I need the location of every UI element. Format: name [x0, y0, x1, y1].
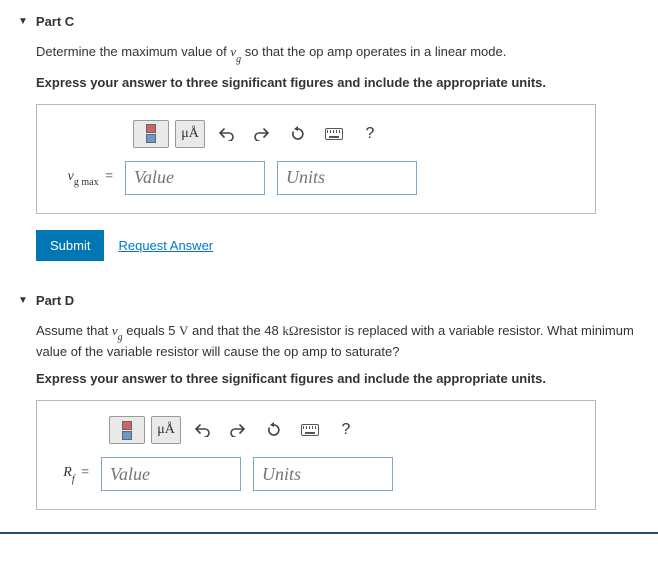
- var-sub: f: [72, 474, 75, 485]
- part-d-prompt: Assume that vg equals 5 V and that the 4…: [36, 322, 640, 362]
- part-d-value-input[interactable]: [101, 457, 241, 491]
- templates-button[interactable]: [109, 416, 145, 444]
- undo-icon: [194, 423, 210, 437]
- reset-button[interactable]: [259, 416, 289, 444]
- prompt-text: and that the 48: [188, 323, 282, 338]
- fraction-icon: [122, 421, 132, 440]
- keyboard-icon: [325, 128, 343, 140]
- special-chars-button[interactable]: μÅ: [175, 120, 205, 148]
- prompt-volt: V: [179, 323, 188, 338]
- reset-button[interactable]: [283, 120, 313, 148]
- part-c-container: ▼ Part C Determine the maximum value of …: [0, 0, 658, 279]
- var: R: [63, 465, 72, 480]
- undo-button[interactable]: [187, 416, 217, 444]
- redo-icon: [230, 423, 246, 437]
- equals: =: [102, 169, 113, 184]
- prompt-text: Determine the maximum value of: [36, 44, 230, 59]
- keyboard-icon: [301, 424, 319, 436]
- part-d-answer-box: μÅ ? Rf =: [36, 400, 596, 510]
- prompt-sub: g: [118, 332, 123, 343]
- part-d-instruction: Express your answer to three significant…: [36, 371, 640, 386]
- submit-button[interactable]: Submit: [36, 230, 104, 261]
- prompt-text: equals 5: [123, 323, 179, 338]
- part-c-instruction: Express your answer to three significant…: [36, 75, 640, 90]
- prompt-text: so that the op amp operates in a linear …: [241, 44, 506, 59]
- collapse-triangle-icon: ▼: [18, 16, 28, 27]
- undo-icon: [218, 127, 234, 141]
- prompt-var: v: [112, 323, 118, 338]
- var: v: [68, 169, 74, 184]
- part-c-body: Determine the maximum value of v g so tha…: [18, 43, 658, 279]
- part-c-header[interactable]: ▼ Part C: [18, 8, 658, 43]
- part-c-value-input[interactable]: [125, 161, 265, 195]
- prompt-sub: g: [236, 54, 241, 65]
- var-sub: g max: [74, 177, 99, 188]
- fraction-icon: [146, 124, 156, 143]
- part-c-answer-box: μÅ ? vg max =: [36, 104, 596, 214]
- templates-button[interactable]: [133, 120, 169, 148]
- collapse-triangle-icon: ▼: [18, 295, 28, 306]
- part-c-prompt: Determine the maximum value of vg so tha…: [36, 43, 640, 65]
- special-chars-button[interactable]: μÅ: [151, 416, 181, 444]
- part-d-units-input[interactable]: [253, 457, 393, 491]
- prompt-text: Assume that: [36, 323, 112, 338]
- part-c-title: Part C: [36, 14, 74, 29]
- part-d-container: ▼ Part D Assume that vg equals 5 V and t…: [0, 279, 658, 529]
- part-d-title: Part D: [36, 293, 74, 308]
- part-d-toolbar: μÅ ?: [109, 415, 579, 445]
- redo-button[interactable]: [247, 120, 277, 148]
- keyboard-button[interactable]: [295, 416, 325, 444]
- bottom-divider: [0, 532, 658, 534]
- part-c-var-label: vg max =: [53, 169, 113, 187]
- request-answer-link[interactable]: Request Answer: [118, 238, 213, 253]
- equals: =: [78, 465, 89, 480]
- part-d-input-row: Rf =: [53, 457, 579, 491]
- help-button[interactable]: ?: [355, 120, 385, 148]
- part-c-submit-row: Submit Request Answer: [36, 230, 640, 261]
- part-d-header[interactable]: ▼ Part D: [18, 287, 658, 322]
- help-button[interactable]: ?: [331, 416, 361, 444]
- part-d-var-label: Rf =: [53, 465, 89, 483]
- prompt-kohm: kΩ: [282, 323, 298, 338]
- part-d-body: Assume that vg equals 5 V and that the 4…: [18, 322, 658, 529]
- part-c-input-row: vg max =: [53, 161, 579, 195]
- keyboard-button[interactable]: [319, 120, 349, 148]
- undo-button[interactable]: [211, 120, 241, 148]
- redo-icon: [254, 127, 270, 141]
- part-c-units-input[interactable]: [277, 161, 417, 195]
- part-c-toolbar: μÅ ?: [133, 119, 579, 149]
- reset-icon: [266, 422, 282, 438]
- reset-icon: [290, 126, 306, 142]
- redo-button[interactable]: [223, 416, 253, 444]
